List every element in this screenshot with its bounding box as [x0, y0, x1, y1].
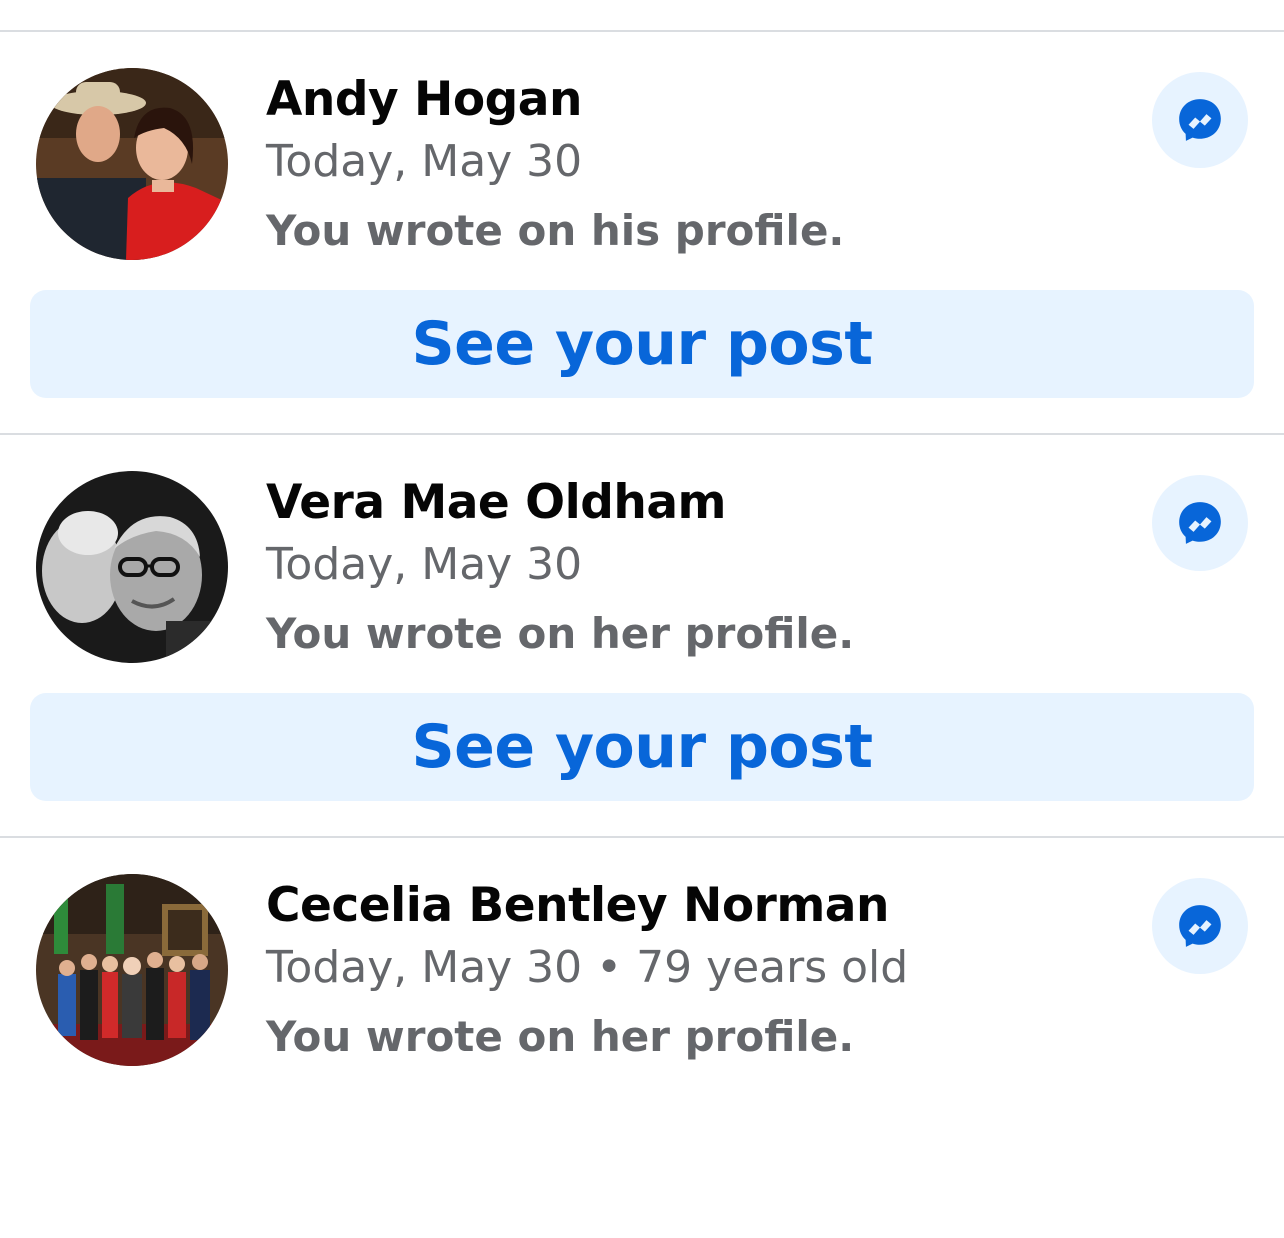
messenger-icon: [1179, 99, 1221, 141]
messenger-button[interactable]: [1152, 878, 1248, 974]
activity-note: You wrote on his profile.: [266, 206, 845, 255]
messenger-button[interactable]: [1152, 72, 1248, 168]
avatar-photo: [36, 874, 228, 1066]
messenger-icon: [1179, 502, 1221, 544]
birthday-entry: Andy Hogan Today, May 30 You wrote on hi…: [0, 32, 1284, 432]
messenger-button[interactable]: [1152, 475, 1248, 571]
avatar-photo: [36, 471, 228, 663]
friend-name[interactable]: Cecelia Bentley Norman: [266, 878, 889, 933]
see-your-post-label: See your post: [411, 309, 873, 379]
friend-name[interactable]: Andy Hogan: [266, 72, 582, 127]
avatar[interactable]: [36, 874, 228, 1066]
birthday-date: Today, May 30: [266, 136, 583, 187]
avatar-photo: [36, 68, 228, 260]
birthday-entry: Vera Mae Oldham Today, May 30 You wrote …: [0, 435, 1284, 835]
birthday-entry: Cecelia Bentley Norman Today, May 30 • 7…: [0, 838, 1284, 1238]
see-your-post-label: See your post: [411, 712, 873, 782]
avatar[interactable]: [36, 68, 228, 260]
avatar[interactable]: [36, 471, 228, 663]
activity-note: You wrote on her profile.: [266, 1012, 855, 1061]
activity-note: You wrote on her profile.: [266, 609, 855, 658]
birthday-date: Today, May 30: [266, 539, 583, 590]
birthday-date: Today, May 30 • 79 years old: [266, 942, 909, 993]
see-your-post-button[interactable]: See your post: [30, 693, 1254, 801]
messenger-icon: [1179, 905, 1221, 947]
see-your-post-button[interactable]: See your post: [30, 290, 1254, 398]
friend-name[interactable]: Vera Mae Oldham: [266, 475, 727, 530]
